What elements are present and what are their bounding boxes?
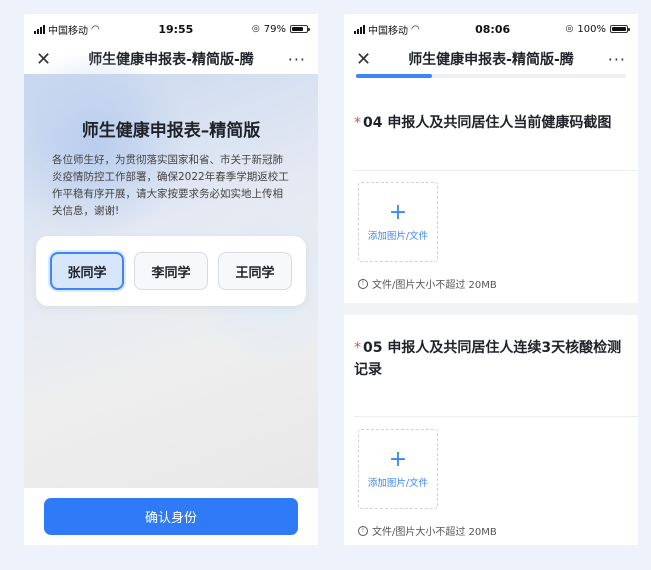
plus-icon: + [388,447,408,472]
question-text: 04 申报人及共同居住人当前健康码截图 [363,115,612,131]
file-size-hint: ! 文件/图片大小不超过 20MB [358,523,497,538]
required-star: * [354,115,361,131]
plus-icon: + [388,200,408,225]
question-title: * 05 申报人及共同居住人连续3天核酸检测记录 [354,337,622,381]
carrier-label: 中国移动 [48,25,88,37]
status-bar: 中国移动 ◠ 08:06 ◎ 100% [344,14,638,44]
identity-option-zhang[interactable]: 张同学 [50,252,124,290]
question-title: * 04 申报人及共同居住人当前健康码截图 [354,112,622,134]
signal-icon [34,24,45,34]
identity-picker: 张同学 李同学 王同学 [36,236,306,306]
upload-label: 添加图片/文件 [367,231,429,242]
rotation-lock-icon: ◎ [251,24,260,34]
form-description: 各位师生好，为贯彻落实国家和省、市关于新冠肺炎疫情防控工作部署，确保2022年春… [52,154,289,217]
form-body[interactable]: * 04 申报人及共同居住人当前健康码截图 + 添加图片/文件 ! 文件/图片大小… [344,78,638,545]
question-text: 05 申报人及共同居住人连续3天核酸检测记录 [354,340,622,378]
hint-text: 文件/图片大小不超过 20MB [372,280,497,291]
battery-icon [290,25,310,33]
question-card: * 05 申报人及共同居住人连续3天核酸检测记录 + 添加图片/文件 ! 文件/图… [344,315,638,545]
file-size-hint: ! 文件/图片大小不超过 20MB [358,276,497,291]
info-icon: ! [358,525,368,536]
bottom-bar: 确认身份 [24,488,318,545]
confirm-identity-button[interactable]: 确认身份 [44,498,298,535]
question-card: * 04 申报人及共同居住人当前健康码截图 + 添加图片/文件 ! 文件/图片大小… [344,78,638,303]
wifi-icon: ◠ [411,23,420,35]
battery-percent: 100% [577,23,606,35]
more-icon[interactable]: ··· [604,50,626,69]
carrier-label: 中国移动 [368,25,408,37]
phone-screen-identity: 中国移动 ◠ 19:55 ◎ 79% ✕ 师生健康申报表-精简版-腾 ··· 师… [24,14,318,545]
nav-bar: ✕ 师生健康申报表-精简版-腾 ··· [344,44,638,74]
wifi-icon: ◠ [91,23,100,35]
identity-option-li[interactable]: 李同学 [134,252,208,290]
upload-label: 添加图片/文件 [367,478,429,489]
page-title: 师生健康申报表-精简版-腾 [408,52,574,68]
battery-level [292,27,303,31]
upload-button[interactable]: + 添加图片/文件 [358,182,438,262]
info-icon: ! [358,278,368,289]
hint-text: 文件/图片大小不超过 20MB [372,527,497,538]
phone-screen-form: 中国移动 ◠ 08:06 ◎ 100% ✕ 师生健康申报表-精简版-腾 ··· … [344,14,638,545]
divider [354,170,638,171]
identity-option-wang[interactable]: 王同学 [218,252,292,290]
clock: 19:55 [158,22,194,36]
signal-icon [354,24,365,34]
status-bar: 中国移动 ◠ 19:55 ◎ 79% [24,14,318,44]
required-star: * [354,340,361,356]
battery-icon [609,25,630,33]
form-title: 师生健康申报表–精简版 [81,121,261,141]
divider [354,416,638,417]
close-icon[interactable]: ✕ [356,49,378,70]
battery-level [611,27,626,31]
form-cover: 师生健康申报表–精简版 各位师生好，为贯彻落实国家和省、市关于新冠肺炎疫情防控工… [24,54,318,545]
rotation-lock-icon: ◎ [565,24,574,34]
battery-percent: 79% [263,23,286,35]
more-icon[interactable]: ··· [284,50,306,69]
upload-button[interactable]: + 添加图片/文件 [358,429,438,509]
clock: 08:06 [475,22,511,36]
